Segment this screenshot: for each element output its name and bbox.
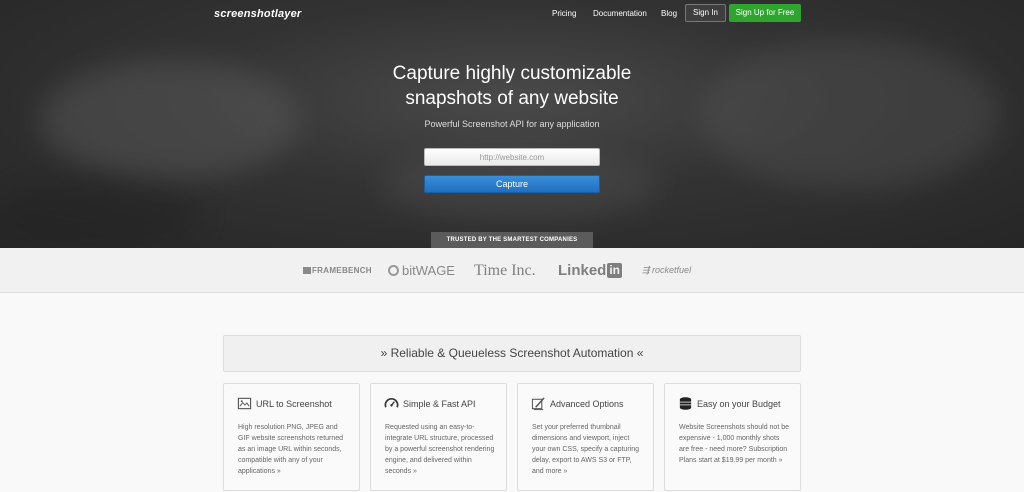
framebench-mark-icon [303, 267, 311, 274]
top-navbar: screenshotlayer Pricing Documentation Bl… [0, 0, 1024, 26]
company-logo-strip: FRAMEBENCH bitWAGE Time Inc. Linked in ⇶ … [0, 248, 1024, 293]
hero-background [0, 180, 200, 248]
nav-link-pricing[interactable]: Pricing [552, 9, 576, 18]
bitwage-mark-icon [388, 265, 399, 276]
linkedin-logo: Linked in [558, 262, 623, 279]
sign-in-button[interactable]: Sign In [685, 4, 726, 22]
feature-card-simple-fast-api: Simple & Fast API Requested using an eas… [370, 383, 507, 491]
linkedin-in-icon: in [607, 263, 623, 278]
feature-card-text: Website Screenshots should not be expens… [679, 424, 789, 464]
hero-title-line: snapshots of any website [405, 88, 619, 109]
feature-card-text: Requested using an easy-to-integrate URL… [385, 424, 495, 475]
speedometer-icon [384, 397, 399, 408]
timeinc-logo: Time Inc. [474, 262, 536, 279]
nav-link-documentation[interactable]: Documentation [593, 9, 647, 18]
nav-link-blog[interactable]: Blog [661, 9, 677, 18]
rocketfuel-logo: ⇶ rocketfuel [642, 265, 692, 275]
hero-section: screenshotlayer Pricing Documentation Bl… [0, 0, 1024, 248]
feature-card-advanced-options: Advanced Options Set your preferred thum… [517, 383, 654, 491]
feature-card-header: Easy on your Budget [678, 396, 781, 412]
feature-card-header: Simple & Fast API [384, 396, 476, 412]
website-url-input[interactable] [424, 148, 600, 166]
hero-background [40, 60, 300, 180]
feature-card-header: URL to Screenshot [237, 396, 332, 412]
options-pencil-icon [531, 397, 545, 411]
sign-up-button[interactable]: Sign Up for Free [729, 4, 801, 22]
feature-card-url-to-screenshot: URL to Screenshot High resolution PNG, J… [223, 383, 360, 491]
image-url-icon [237, 397, 252, 410]
feature-card-header: Advanced Options [531, 396, 624, 412]
feature-card-text: Set your preferred thumbnail dimensions … [532, 424, 639, 475]
feature-banner: » Reliable & Queueless Screenshot Automa… [223, 335, 801, 372]
feature-card-text: High resolution PNG, JPEG and GIF websit… [238, 424, 344, 475]
framebench-logo: FRAMEBENCH [303, 248, 372, 293]
bitwage-logo: bitWAGE [388, 248, 455, 293]
trusted-by-label: TRUSTED BY THE SMARTEST COMPANIES [431, 232, 593, 248]
coin-stack-icon [679, 397, 692, 410]
hero-subtitle: Powerful Screenshot API for any applicat… [424, 119, 600, 129]
hero-background [700, 40, 1000, 190]
hero-title-line: Capture highly customizable [392, 63, 632, 84]
site-logo[interactable]: screenshotlayer [214, 8, 301, 20]
capture-button[interactable]: Capture [424, 175, 600, 193]
hero-title: Capture highly customizable snapshots of… [312, 61, 712, 111]
feature-card-easy-on-budget: Easy on your Budget Website Screenshots … [664, 383, 801, 491]
